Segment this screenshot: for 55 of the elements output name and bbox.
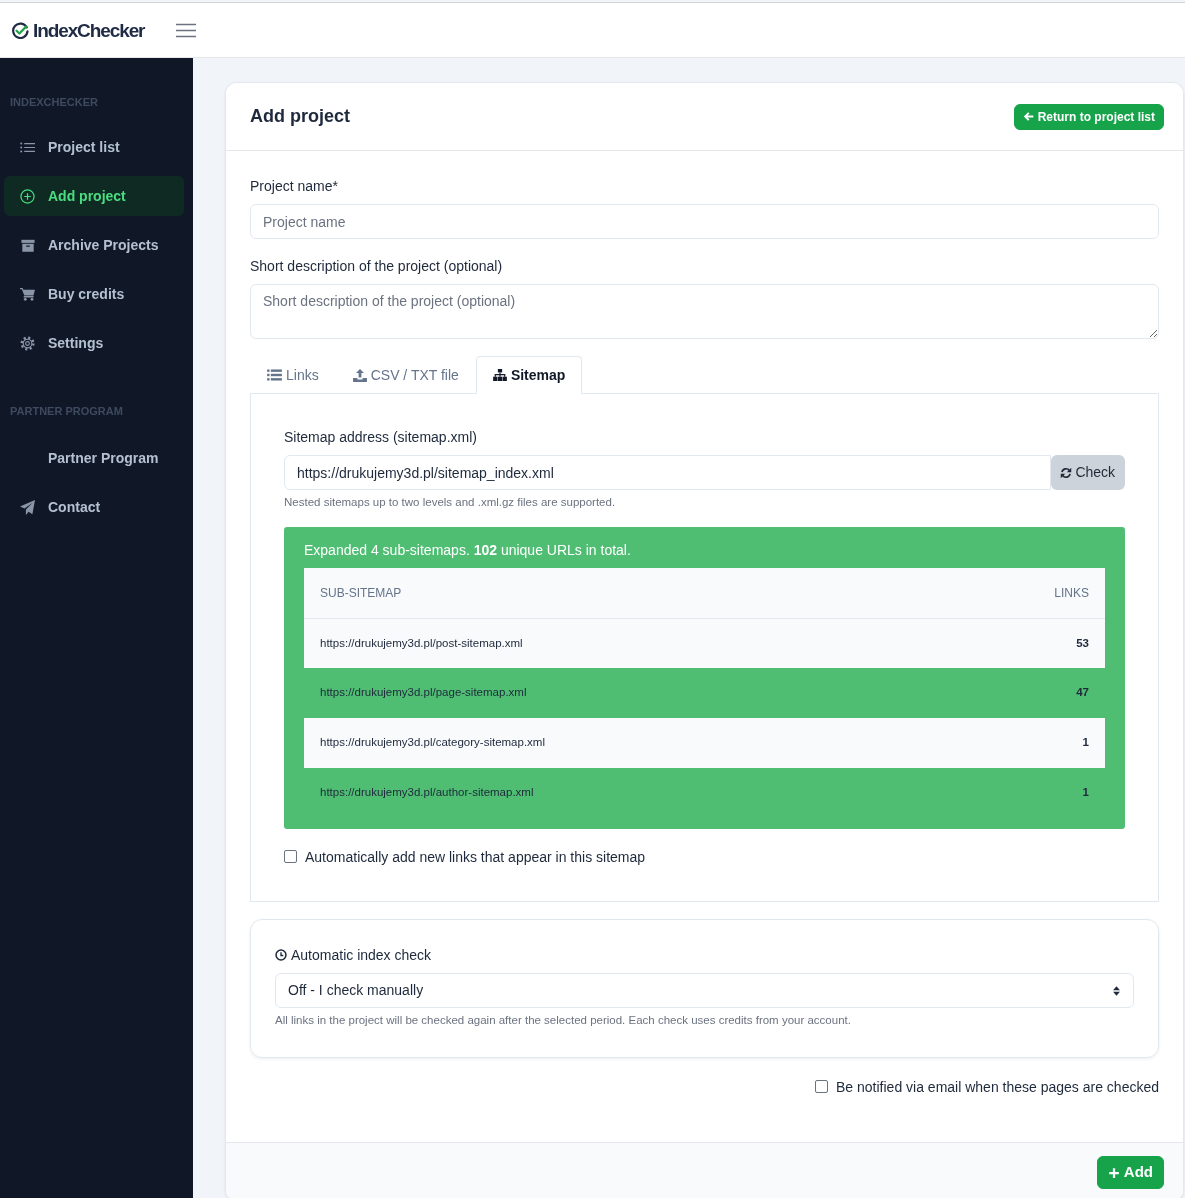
checkbox-label[interactable]: Automatically add new links that appear in this sitemap bbox=[305, 848, 646, 866]
logo-text: IndexChecker bbox=[33, 20, 145, 40]
tab[interactable]: Sitemap bbox=[475, 356, 583, 394]
table-cell: https://drukujemy3d.pl/page-sitemap.xml bbox=[304, 668, 940, 718]
cart-icon bbox=[20, 287, 35, 301]
table-cell: https://drukujemy3d.pl/post-sitemap.xml bbox=[304, 618, 940, 668]
tab[interactable]: Links bbox=[250, 356, 336, 394]
refresh-icon bbox=[1060, 466, 1073, 479]
column-header: SUB-SITEMAP bbox=[304, 568, 940, 618]
table-cell: 47 bbox=[939, 668, 1105, 718]
column-header: LINKS bbox=[939, 568, 1105, 618]
archive-box-icon bbox=[20, 238, 35, 252]
help-text: All links in the project will be checked again after the selected period. Each check uses credits from your account. bbox=[275, 1013, 852, 1028]
textarea-field[interactable]: Short description of the project (optional) bbox=[250, 284, 1159, 339]
sidebar-item[interactable]: Buy credits bbox=[4, 274, 184, 314]
plus-icon bbox=[1107, 1166, 1120, 1179]
table-cell: 1 bbox=[939, 718, 1105, 768]
page-title: Add project bbox=[250, 105, 350, 128]
checkbox[interactable] bbox=[815, 1080, 828, 1093]
checkbox[interactable] bbox=[284, 850, 297, 863]
sidebar-item[interactable]: Partner Program bbox=[4, 438, 184, 478]
input-field[interactable]: Project name bbox=[250, 204, 1159, 239]
check-button[interactable]: Check bbox=[1050, 455, 1125, 490]
sidebar-item[interactable]: Project list bbox=[4, 127, 184, 167]
sidebar-item[interactable]: Archive Projects bbox=[4, 225, 184, 265]
clock-icon bbox=[275, 949, 287, 961]
field-label: Sitemap address (sitemap.xml) bbox=[284, 428, 478, 446]
field-label: Automatic index check bbox=[291, 946, 432, 964]
sidebar-item[interactable]: Contact bbox=[4, 487, 184, 527]
field-label: Project name* bbox=[250, 177, 339, 195]
menu-icon bbox=[176, 22, 197, 38]
field-label: Short description of the project (optional) bbox=[250, 257, 504, 275]
menu-button[interactable] bbox=[176, 22, 197, 38]
sidebar-item[interactable]: Add project bbox=[4, 176, 184, 216]
paper-plane-icon bbox=[20, 499, 35, 515]
tab[interactable]: CSV / TXT file bbox=[335, 356, 476, 394]
sort-caret-icon bbox=[1112, 984, 1121, 997]
sidebar-item[interactable]: Settings bbox=[4, 323, 184, 363]
url-input-field[interactable]: https://drukujemy3d.pl/sitemap_index.xml bbox=[284, 455, 1051, 490]
table-cell: 53 bbox=[939, 618, 1105, 668]
list-icon bbox=[267, 369, 282, 381]
select-field[interactable]: Off - I check manually bbox=[275, 973, 1134, 1008]
plus-circle-icon bbox=[20, 188, 35, 204]
table-cell: https://drukujemy3d.pl/category-sitemap.xml bbox=[304, 718, 940, 768]
list-icon bbox=[20, 141, 35, 153]
check-circle-icon bbox=[12, 21, 29, 39]
table-cell: 1 bbox=[939, 768, 1105, 818]
checkbox-label[interactable]: Be notified via email when these pages are checked bbox=[836, 1077, 1159, 1098]
help-text: Nested sitemaps up to two levels and .xml.gz files are supported. bbox=[284, 495, 617, 510]
result-message: Expanded 4 sub-sitemaps. 102 unique URLs in total. bbox=[304, 541, 632, 560]
table-cell: https://drukujemy3d.pl/author-sitemap.xml bbox=[304, 768, 940, 818]
gear-icon bbox=[20, 335, 35, 351]
arrow-left-icon bbox=[1022, 111, 1034, 122]
upload-icon bbox=[352, 368, 367, 382]
sitemap-icon bbox=[492, 369, 507, 381]
